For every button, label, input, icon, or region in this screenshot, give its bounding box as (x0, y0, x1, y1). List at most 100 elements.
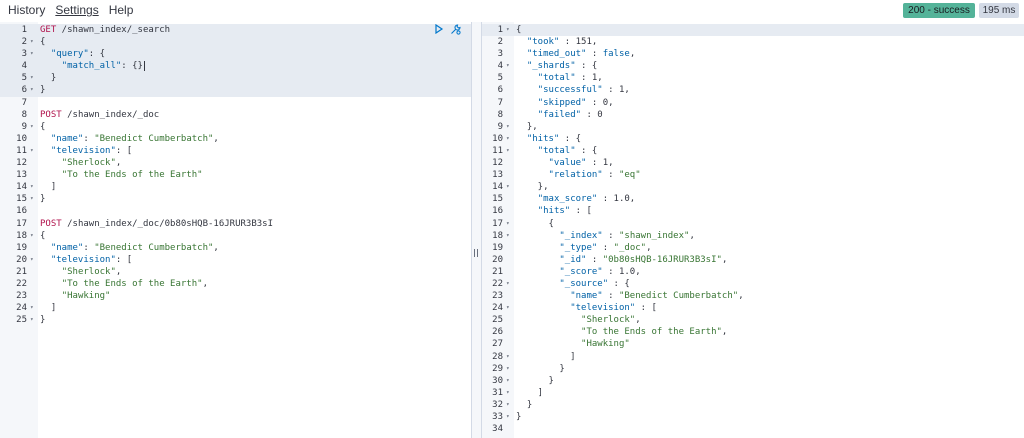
fold-caret-icon[interactable]: ▾ (30, 193, 34, 205)
request-line[interactable]: 1 GET /shawn_index/_search (0, 24, 471, 37)
request-line[interactable]: 14 ▾ ] (0, 181, 471, 193)
request-line[interactable]: 21 "Sherlock", (0, 266, 471, 278)
response-line[interactable]: 1 ▾ { (482, 24, 1024, 37)
response-line[interactable]: 23 "name" : "Benedict Cumberbatch", (482, 290, 1024, 302)
request-line[interactable]: 25 ▾} (0, 314, 471, 326)
fold-caret-icon[interactable]: ▾ (506, 302, 510, 314)
fold-caret-icon[interactable]: ▾ (506, 230, 510, 242)
code-token: , (202, 278, 208, 289)
response-line[interactable]: 15 "max_score" : 1.0, (482, 193, 1024, 205)
response-line[interactable]: 33 ▾} (482, 411, 1024, 423)
request-line[interactable]: 24 ▾ ] (0, 302, 471, 314)
help-link[interactable]: Help (109, 3, 134, 17)
fold-caret-icon[interactable]: ▾ (506, 121, 510, 133)
response-line[interactable]: 2 "took" : 151, (482, 36, 1024, 48)
response-line[interactable]: 3 "timed_out" : false, (482, 48, 1024, 60)
response-line[interactable]: 12 "value" : 1, (482, 157, 1024, 169)
play-icon[interactable] (434, 23, 444, 35)
request-line[interactable]: 5 ▾ } (0, 72, 471, 85)
response-line[interactable]: 21 "_score" : 1.0, (482, 266, 1024, 278)
fold-caret-icon[interactable]: ▾ (506, 133, 510, 145)
fold-caret-icon[interactable]: ▾ (30, 302, 34, 314)
request-line[interactable]: 15 ▾} (0, 193, 471, 205)
request-line[interactable]: 6 ▾} (0, 84, 471, 97)
response-line[interactable]: 31 ▾ ] (482, 387, 1024, 399)
request-line[interactable]: 16 (0, 205, 471, 217)
response-line[interactable]: 10 ▾ "hits" : { (482, 133, 1024, 145)
fold-caret-icon[interactable]: ▾ (506, 363, 510, 375)
request-line[interactable]: 19 "name": "Benedict Cumberbatch", (0, 242, 471, 254)
fold-caret-icon[interactable]: ▾ (506, 24, 510, 36)
fold-caret-icon[interactable]: ▾ (30, 314, 34, 326)
response-code: "Hawking" (516, 338, 630, 350)
fold-caret-icon[interactable]: ▾ (506, 351, 510, 363)
wrench-icon[interactable] (450, 24, 461, 35)
response-line[interactable]: 22 ▾ "_source" : { (482, 278, 1024, 290)
response-line[interactable]: 26 "To the Ends of the Earth", (482, 326, 1024, 338)
response-viewer[interactable]: 1 ▾{2 "took" : 151, 3 "timed_out" : false,… (482, 22, 1024, 438)
fold-caret-icon[interactable]: ▾ (30, 254, 34, 266)
line-number: 18 (492, 230, 503, 241)
fold-caret-icon[interactable]: ▾ (30, 121, 34, 133)
request-line[interactable]: 12 "Sherlock", (0, 157, 471, 169)
response-line[interactable]: 19 "_type" : "_doc", (482, 242, 1024, 254)
request-line[interactable]: 3 ▾ "query": { (0, 48, 471, 61)
fold-caret-icon[interactable]: ▾ (30, 181, 34, 193)
fold-caret-icon[interactable]: ▾ (506, 60, 510, 72)
settings-link[interactable]: Settings (55, 3, 98, 17)
request-line[interactable]: 22 "To the Ends of the Earth", (0, 278, 471, 290)
response-line[interactable]: 8 "failed" : 0 (482, 109, 1024, 121)
response-line[interactable]: 28 ▾ ] (482, 351, 1024, 363)
request-line[interactable]: 13 "To the Ends of the Earth" (0, 169, 471, 181)
fold-caret-icon[interactable]: ▾ (506, 145, 510, 157)
response-line[interactable]: 5 "total" : 1, (482, 72, 1024, 84)
response-line[interactable]: 24 ▾ "television" : [ (482, 302, 1024, 314)
fold-caret-icon[interactable]: ▾ (506, 387, 510, 399)
request-line[interactable]: 17 POST /shawn_index/_doc/0b80sHQB-16JRUR… (0, 218, 471, 230)
response-line[interactable]: 29 ▾ } (482, 363, 1024, 375)
response-line[interactable]: 13 "relation" : "eq" (482, 169, 1024, 181)
fold-caret-icon[interactable]: ▾ (506, 411, 510, 423)
fold-caret-icon[interactable]: ▾ (30, 48, 34, 60)
fold-caret-icon[interactable]: ▾ (30, 84, 34, 96)
line-number: 20 (16, 254, 27, 265)
request-editor[interactable]: 1 GET /shawn_index/_search 2 ▾{3 ▾ "query": … (0, 22, 471, 438)
request-line[interactable]: 8 POST /shawn_index/_doc (0, 109, 471, 121)
fold-caret-icon[interactable]: ▾ (30, 230, 34, 242)
request-line[interactable]: 2 ▾ { (0, 36, 471, 49)
response-line[interactable]: 34 (482, 423, 1024, 435)
response-line[interactable]: 11 ▾ "total" : { (482, 145, 1024, 157)
response-line[interactable]: 27 "Hawking" (482, 338, 1024, 350)
response-line[interactable]: 20 "_id" : "0b80sHQB-16JRUR3B3sI", (482, 254, 1024, 266)
fold-caret-icon[interactable]: ▾ (506, 218, 510, 230)
response-line[interactable]: 17 ▾ { (482, 218, 1024, 230)
fold-caret-icon[interactable]: ▾ (30, 36, 34, 48)
fold-caret-icon[interactable]: ▾ (506, 375, 510, 387)
request-line[interactable]: 18 ▾ { (0, 230, 471, 242)
response-line[interactable]: 25 "Sherlock", (482, 314, 1024, 326)
response-line[interactable]: 30 ▾ } (482, 375, 1024, 387)
pane-resizer[interactable] (471, 22, 482, 438)
request-line[interactable]: 9 ▾ { (0, 121, 471, 133)
fold-caret-icon[interactable]: ▾ (506, 399, 510, 411)
response-line[interactable]: 14 ▾ }, (482, 181, 1024, 193)
history-link[interactable]: History (8, 3, 45, 17)
request-line[interactable]: 11 ▾ "television": [ (0, 145, 471, 157)
fold-caret-icon[interactable]: ▾ (30, 145, 34, 157)
request-line[interactable]: 23 "Hawking" (0, 290, 471, 302)
response-line[interactable]: 32 ▾ } (482, 399, 1024, 411)
response-line[interactable]: 16 "hits" : [ (482, 205, 1024, 217)
response-line[interactable]: 7 "skipped" : 0, (482, 97, 1024, 109)
resize-grip-icon[interactable] (474, 249, 478, 257)
fold-caret-icon[interactable]: ▾ (506, 278, 510, 290)
request-line[interactable]: 20 ▾ "television": [ (0, 254, 471, 266)
fold-caret-icon[interactable]: ▾ (30, 72, 34, 84)
response-line[interactable]: 18 ▾ "_index" : "shawn_index", (482, 230, 1024, 242)
response-line[interactable]: 4 ▾ "_shards" : { (482, 60, 1024, 72)
response-line[interactable]: 6 "successful" : 1, (482, 84, 1024, 96)
fold-caret-icon[interactable]: ▾ (506, 181, 510, 193)
response-line[interactable]: 9 ▾ }, (482, 121, 1024, 133)
request-line[interactable]: 10 "name": "Benedict Cumberbatch", (0, 133, 471, 145)
request-line[interactable]: 7 (0, 97, 471, 109)
request-line[interactable]: 4 "match_all": {} (0, 60, 471, 73)
